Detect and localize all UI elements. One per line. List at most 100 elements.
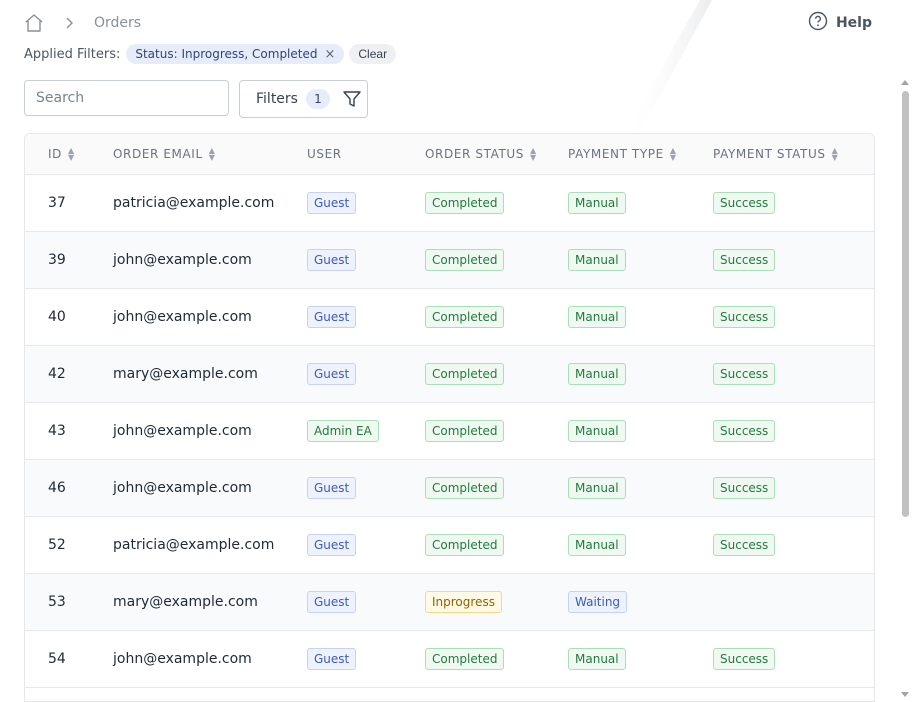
user-badge: Admin EA: [307, 420, 379, 442]
table-cell: Completed: [425, 175, 505, 231]
close-icon[interactable]: ×: [324, 48, 335, 61]
table-cell: Manual: [568, 460, 626, 516]
table-cell: Manual: [568, 175, 626, 231]
column-header-id[interactable]: ID ▲ ▼: [48, 134, 75, 174]
order-status-badge: Completed: [425, 477, 505, 499]
order-status-badge: Completed: [425, 192, 505, 214]
column-header-payment-status[interactable]: PAYMENT STATUS ▲ ▼: [713, 134, 838, 174]
order-status-badge: Completed: [425, 534, 505, 556]
user-badge: Guest: [307, 591, 357, 613]
table-row[interactable]: 39 john@example.com Guest Completed Manual Su…: [25, 232, 874, 289]
column-header-label: USER: [307, 147, 342, 161]
table-cell: patricia@example.com: [113, 517, 274, 573]
table-row[interactable]: 46 john@example.com Guest Completed Manual Su…: [25, 460, 874, 517]
help-link[interactable]: Help: [808, 11, 872, 34]
filters-button[interactable]: Filters 1: [239, 80, 368, 118]
table-header: ID ▲ ▼ ORDER EMAIL ▲ ▼ USER ORDER STATUS ▲…: [25, 134, 874, 175]
table-cell: Guest: [307, 631, 357, 687]
order-id: 39: [48, 252, 66, 268]
sort-icon: ▲ ▼: [529, 146, 537, 162]
table-cell: Success: [713, 346, 776, 402]
filters-button-label: Filters: [256, 91, 298, 107]
table-cell: Inprogress: [425, 574, 502, 630]
order-email: patricia@example.com: [113, 195, 275, 211]
table-cell: Manual: [568, 403, 626, 459]
table-row[interactable]: 53 mary@example.com Guest Inprogress Waiting: [25, 574, 874, 631]
order-status-badge: Completed: [425, 648, 505, 670]
scrollbar[interactable]: [899, 80, 912, 700]
table-cell: john@example.com: [113, 631, 252, 687]
table-row[interactable]: 54 john@example.com Guest Completed Manual Su…: [25, 631, 874, 688]
payment-status-badge: Success: [713, 648, 776, 670]
table-row[interactable]: 42 mary@example.com Guest Completed Manual Su…: [25, 346, 874, 403]
applied-filters-label: Applied Filters:: [24, 46, 121, 62]
scroll-down-arrow[interactable]: [901, 692, 909, 697]
user-badge: Guest: [307, 192, 357, 214]
table-cell: john@example.com: [113, 403, 252, 459]
payment-type-badge: Manual: [568, 648, 626, 670]
order-email: john@example.com: [113, 651, 252, 667]
breadcrumb-current: Orders: [94, 15, 142, 31]
table-row[interactable]: 43 john@example.com Admin EA Completed Manua…: [25, 403, 874, 460]
payment-type-badge: Manual: [568, 534, 626, 556]
filters-count-badge: 1: [305, 89, 330, 109]
column-header-order-status[interactable]: ORDER STATUS ▲ ▼: [425, 134, 537, 174]
payment-type-badge: Manual: [568, 363, 626, 385]
table-cell: john@example.com: [113, 289, 252, 345]
applied-filters: Applied Filters: Status: Inprogress, Com…: [24, 43, 397, 65]
table-row[interactable]: 40 john@example.com Guest Completed Manual Su…: [25, 289, 874, 346]
table-cell: 40: [48, 289, 66, 345]
order-id: 43: [48, 423, 66, 439]
column-header-order-email[interactable]: ORDER EMAIL ▲ ▼: [113, 134, 216, 174]
payment-status-badge: Success: [713, 306, 776, 328]
table-cell: Manual: [568, 631, 626, 687]
order-id: 40: [48, 309, 66, 325]
clear-filters-button[interactable]: Clear: [349, 44, 397, 64]
funnel-icon: [342, 90, 362, 108]
column-header-label: PAYMENT TYPE: [568, 147, 664, 161]
table-cell: Completed: [425, 517, 505, 573]
table-cell: 39: [48, 232, 66, 288]
order-status-badge: Completed: [425, 306, 505, 328]
table-cell: Completed: [425, 403, 505, 459]
user-badge: Guest: [307, 477, 357, 499]
table-cell: Success: [713, 289, 776, 345]
order-id: 54: [48, 651, 66, 667]
table-cell: 54: [48, 631, 66, 687]
table-cell: mary@example.com: [113, 346, 258, 402]
order-id: 53: [48, 594, 66, 610]
order-status-badge: Completed: [425, 363, 505, 385]
search-input[interactable]: [24, 80, 229, 116]
table-cell: Success: [713, 460, 776, 516]
filter-chip-status[interactable]: Status: Inprogress, Completed ×: [126, 44, 345, 64]
home-icon[interactable]: [24, 13, 44, 33]
table-cell: Success: [713, 403, 776, 459]
table-cell: Success: [713, 517, 776, 573]
chevron-right-icon: [66, 13, 78, 33]
column-header-payment-type[interactable]: PAYMENT TYPE ▲ ▼: [568, 134, 677, 174]
user-badge: Guest: [307, 249, 357, 271]
scroll-up-arrow[interactable]: [901, 80, 909, 85]
payment-type-badge: Waiting: [568, 591, 628, 613]
table-cell: patricia@example.com: [113, 175, 274, 231]
table-row[interactable]: 37 patricia@example.com Guest Completed Manu…: [25, 175, 874, 232]
payment-type-badge: Manual: [568, 306, 626, 328]
table-cell: john@example.com: [113, 460, 252, 516]
table-cell: 43: [48, 403, 66, 459]
order-id: 42: [48, 366, 66, 382]
table-cell: Success: [713, 175, 776, 231]
order-email: mary@example.com: [113, 366, 258, 382]
table-cell: Manual: [568, 289, 626, 345]
table-row[interactable]: 52 patricia@example.com Guest Completed Manu…: [25, 517, 874, 574]
payment-type-badge: Manual: [568, 477, 626, 499]
order-email: john@example.com: [113, 309, 252, 325]
table-cell: Completed: [425, 232, 505, 288]
scrollbar-thumb[interactable]: [902, 91, 909, 517]
table-cell: 42: [48, 346, 66, 402]
order-status-badge: Completed: [425, 249, 505, 271]
order-email: patricia@example.com: [113, 537, 275, 553]
table-cell: Admin EA: [307, 403, 379, 459]
sort-icon: ▲ ▼: [208, 146, 216, 162]
column-header-label: ID: [48, 147, 62, 161]
table-cell: Waiting: [568, 574, 628, 630]
